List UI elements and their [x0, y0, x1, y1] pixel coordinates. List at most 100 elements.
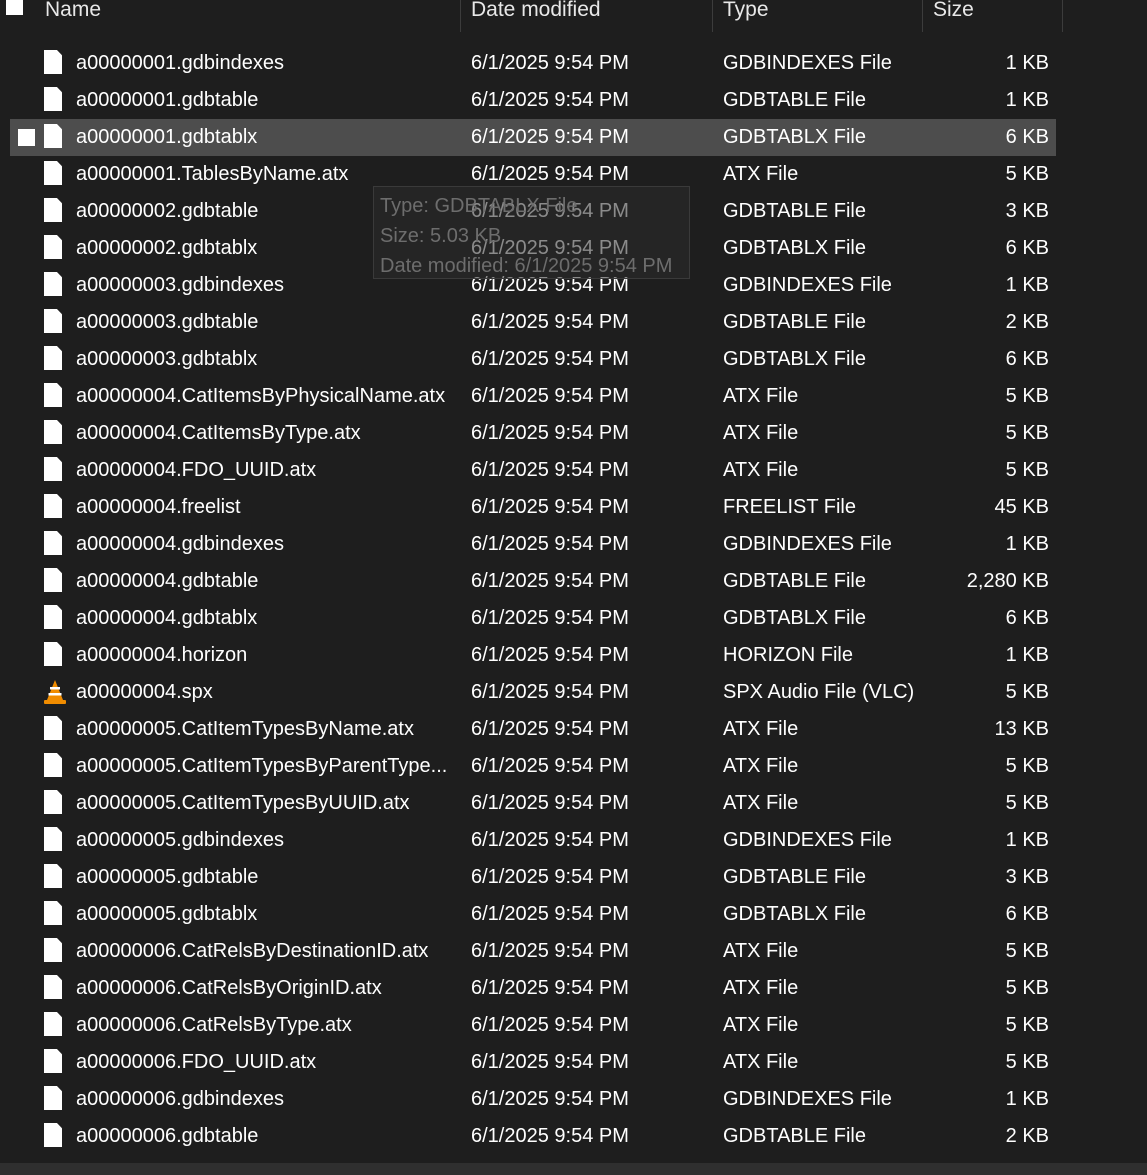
select-all-checkbox[interactable]	[6, 0, 23, 15]
file-size: 1 KB	[1005, 533, 1049, 555]
file-size: 5 KB	[1005, 385, 1049, 407]
file-icon	[44, 531, 62, 555]
file-icon	[44, 346, 62, 370]
file-name: a00000003.gdbtablx	[76, 348, 258, 370]
file-size: 3 KB	[1005, 866, 1049, 888]
file-date-modified: 6/1/2025 9:54 PM	[471, 496, 629, 518]
file-size: 5 KB	[1005, 459, 1049, 481]
file-icon	[44, 642, 62, 666]
file-size: 45 KB	[994, 496, 1049, 518]
file-type: GDBTABLE File	[723, 311, 866, 333]
file-row[interactable]: a00000004.gdbtablx 6/1/2025 9:54 PM GDBTAB…	[10, 600, 1056, 637]
file-row[interactable]: a00000004.horizon 6/1/2025 9:54 PM HORIZON…	[10, 637, 1056, 674]
file-size: 6 KB	[1005, 237, 1049, 259]
file-name: a00000004.gdbtablx	[76, 607, 258, 629]
file-row[interactable]: a00000001.gdbtablx 6/1/2025 9:54 PM GDBTAB…	[10, 119, 1056, 156]
file-row[interactable]: a00000001.gdbtable 6/1/2025 9:54 PM GDBTAB…	[10, 82, 1056, 119]
file-type: ATX File	[723, 718, 799, 740]
file-icon	[44, 272, 62, 296]
file-row[interactable]: a00000004.freelist 6/1/2025 9:54 PM FREELI…	[10, 489, 1056, 526]
file-icon	[44, 790, 62, 814]
file-date-modified: 6/1/2025 9:54 PM	[471, 903, 629, 925]
file-row[interactable]: a00000006.CatRelsByType.atx 6/1/2025 9:54…	[10, 1007, 1056, 1044]
file-icon	[44, 420, 62, 444]
file-row[interactable]: a00000002.gdbtablx 6/1/2025 9:54 PM GDBTAB…	[10, 230, 1056, 267]
file-date-modified: 6/1/2025 9:54 PM	[471, 163, 629, 185]
file-type: ATX File	[723, 163, 799, 185]
horizontal-scrollbar[interactable]	[0, 1163, 1147, 1175]
file-name: a00000005.CatItemTypesByName.atx	[76, 718, 414, 740]
file-row[interactable]: a00000004.CatItemsByPhysicalName.atx 6/1/…	[10, 378, 1056, 415]
file-type: ATX File	[723, 1014, 799, 1036]
column-header: Name Date modified Type Size	[0, 0, 1147, 32]
file-type: ATX File	[723, 940, 799, 962]
file-row[interactable]: a00000003.gdbtable 6/1/2025 9:54 PM GDBTAB…	[10, 304, 1056, 341]
file-icon	[44, 50, 62, 74]
file-name: a00000004.gdbindexes	[76, 533, 284, 555]
file-size: 2 KB	[1005, 311, 1049, 333]
file-icon	[44, 938, 62, 962]
file-type: ATX File	[723, 422, 799, 444]
column-header-name[interactable]: Name	[45, 0, 101, 32]
column-divider[interactable]	[712, 0, 713, 32]
file-name: a00000006.CatRelsByType.atx	[76, 1014, 352, 1036]
file-size: 5 KB	[1005, 977, 1049, 999]
file-icon	[44, 383, 62, 407]
row-checkbox[interactable]	[18, 129, 35, 146]
file-name: a00000002.gdbtable	[76, 200, 259, 222]
file-size: 5 KB	[1005, 792, 1049, 814]
file-row[interactable]: a00000002.gdbtable 6/1/2025 9:54 PM GDBTAB…	[10, 193, 1056, 230]
file-type: ATX File	[723, 459, 799, 481]
file-icon	[44, 235, 62, 259]
file-row[interactable]: a00000006.CatRelsByOriginID.atx 6/1/2025 …	[10, 970, 1056, 1007]
file-row[interactable]: a00000005.gdbindexes 6/1/2025 9:54 PM GDBI…	[10, 822, 1056, 859]
file-date-modified: 6/1/2025 9:54 PM	[471, 866, 629, 888]
file-date-modified: 6/1/2025 9:54 PM	[471, 681, 629, 703]
file-name: a00000004.FDO_UUID.atx	[76, 459, 317, 481]
file-row[interactable]: a00000004.CatItemsByType.atx 6/1/2025 9:5…	[10, 415, 1056, 452]
file-row[interactable]: a00000004.FDO_UUID.atx 6/1/2025 9:54 PM AT…	[10, 452, 1056, 489]
vlc-cone-icon	[44, 680, 66, 704]
file-row[interactable]: a00000001.TablesByName.atx 6/1/2025 9:54 …	[10, 156, 1056, 193]
column-divider[interactable]	[460, 0, 461, 32]
file-row[interactable]: a00000003.gdbindexes 6/1/2025 9:54 PM GDBI…	[10, 267, 1056, 304]
file-row[interactable]: a00000005.CatItemTypesByName.atx 6/1/2025…	[10, 711, 1056, 748]
file-row[interactable]: a00000005.CatItemTypesByParentType... 6/1…	[10, 748, 1056, 785]
file-row[interactable]: a00000005.gdbtablx 6/1/2025 9:54 PM GDBTAB…	[10, 896, 1056, 933]
file-icon	[44, 198, 62, 222]
file-row[interactable]: a00000006.CatRelsByDestinationID.atx 6/1/…	[10, 933, 1056, 970]
file-row[interactable]: a00000005.CatItemTypesByUUID.atx 6/1/2025…	[10, 785, 1056, 822]
file-date-modified: 6/1/2025 9:54 PM	[471, 237, 629, 259]
column-header-type[interactable]: Type	[723, 0, 769, 32]
file-icon	[44, 864, 62, 888]
file-icon	[44, 309, 62, 333]
file-icon	[44, 1123, 62, 1147]
file-name: a00000001.TablesByName.atx	[76, 163, 349, 185]
file-date-modified: 6/1/2025 9:54 PM	[471, 644, 629, 666]
column-header-date-modified[interactable]: Date modified	[471, 0, 601, 32]
file-row[interactable]: a00000006.gdbindexes 6/1/2025 9:54 PM GDBI…	[10, 1081, 1056, 1118]
file-date-modified: 6/1/2025 9:54 PM	[471, 570, 629, 592]
file-icon	[44, 1012, 62, 1036]
file-row[interactable]: a00000004.gdbindexes 6/1/2025 9:54 PM GDBI…	[10, 526, 1056, 563]
file-row[interactable]: a00000001.gdbindexes 6/1/2025 9:54 PM GDBI…	[10, 45, 1056, 82]
file-row[interactable]: a00000005.gdbtable 6/1/2025 9:54 PM GDBTAB…	[10, 859, 1056, 896]
file-name: a00000001.gdbtable	[76, 89, 259, 111]
file-icon	[44, 568, 62, 592]
column-divider[interactable]	[922, 0, 923, 32]
file-row[interactable]: a00000006.FDO_UUID.atx 6/1/2025 9:54 PM AT…	[10, 1044, 1056, 1081]
file-row[interactable]: a00000003.gdbtablx 6/1/2025 9:54 PM GDBTAB…	[10, 341, 1056, 378]
file-size: 6 KB	[1005, 126, 1049, 148]
file-row[interactable]: a00000004.gdbtable 6/1/2025 9:54 PM GDBTAB…	[10, 563, 1056, 600]
column-divider[interactable]	[1062, 0, 1063, 32]
file-icon	[44, 494, 62, 518]
file-name: a00000005.gdbtable	[76, 866, 259, 888]
file-date-modified: 6/1/2025 9:54 PM	[471, 422, 629, 444]
file-row[interactable]: a00000006.gdbtable 6/1/2025 9:54 PM GDBTAB…	[10, 1118, 1056, 1155]
file-date-modified: 6/1/2025 9:54 PM	[471, 200, 629, 222]
file-icon	[44, 87, 62, 111]
file-name: a00000004.horizon	[76, 644, 248, 666]
column-header-size[interactable]: Size	[933, 0, 974, 32]
file-name: a00000001.gdbtablx	[76, 126, 258, 148]
file-row[interactable]: a00000004.spx 6/1/2025 9:54 PM SPX Audio F…	[10, 674, 1056, 711]
